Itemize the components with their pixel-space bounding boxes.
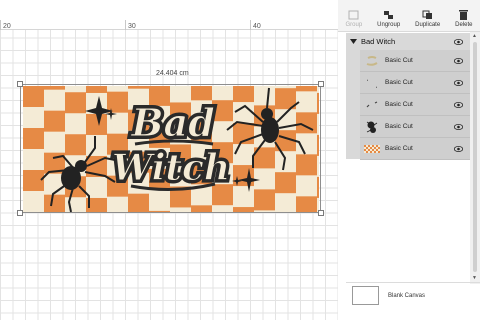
delete-button-label: Delete [455, 22, 473, 28]
layer-item-label: Basic Cut [385, 101, 413, 108]
scroll-up-icon[interactable]: ▲ [472, 33, 477, 39]
layer-item-label: Basic Cut [385, 123, 413, 130]
layer-group-name: Bad Witch [361, 37, 396, 46]
resize-handle-bottom-left[interactable] [17, 210, 23, 216]
sparkles-thumb [364, 76, 380, 90]
spiders-thumb [364, 120, 380, 134]
layer-item-label: Basic Cut [385, 79, 413, 86]
layer-item[interactable]: Basic Cut [360, 50, 470, 72]
eye-icon[interactable] [454, 79, 463, 86]
scrollbar-thumb[interactable] [473, 42, 477, 272]
eye-icon[interactable] [454, 123, 463, 130]
duplicate-button[interactable]: Duplicate [415, 10, 440, 28]
ruler-label-40: 40 [253, 23, 261, 30]
width-dimension-label: 24.404 cm [156, 70, 189, 77]
bad-witch-text-thumb [364, 54, 380, 68]
resize-handle-top-left[interactable] [17, 81, 23, 87]
design-canvas[interactable]: 20 30 40 24.404 cm Bad Bad Witch Witch [0, 0, 338, 320]
layers-scrollbar[interactable]: ▲ ▼ [470, 32, 480, 284]
selection-bounding-box[interactable] [20, 84, 321, 213]
duplicate-icon [422, 10, 433, 19]
ungroup-button[interactable]: Ungroup [377, 10, 400, 28]
layer-item[interactable]: Basic Cut [360, 138, 470, 160]
eye-icon[interactable] [454, 145, 463, 152]
ruler-tick [0, 20, 1, 30]
checker-thumb [364, 142, 380, 156]
layer-item[interactable]: Basic Cut [360, 94, 470, 116]
blank-canvas-label: Blank Canvas [388, 292, 426, 299]
ungroup-icon [384, 11, 394, 19]
ungroup-button-label: Ungroup [377, 22, 401, 28]
layers-toolbar: Group Ungroup Duplicate Delete [338, 0, 480, 32]
group-button[interactable]: Group [345, 10, 362, 28]
delete-button[interactable]: Delete [455, 10, 473, 28]
layer-item-label: Basic Cut [385, 57, 413, 64]
top-ruler: 20 30 40 [0, 0, 338, 30]
blank-canvas-row[interactable]: Blank Canvas [346, 282, 480, 308]
scroll-down-icon[interactable]: ▼ [472, 275, 477, 281]
layer-group-header[interactable]: Bad Witch [346, 33, 470, 50]
ruler-tick [125, 20, 126, 30]
trash-icon [459, 10, 469, 20]
blank-canvas-swatch[interactable] [352, 286, 379, 305]
eye-icon[interactable] [454, 101, 463, 108]
ruler-tick [250, 20, 251, 30]
layer-item[interactable]: Basic Cut [360, 116, 470, 138]
layer-item[interactable]: Basic Cut [360, 72, 470, 94]
layers-panel: Bad Witch Basic Cut Basic Cut Basic Cut … [346, 33, 470, 160]
eye-icon[interactable] [454, 57, 463, 64]
chevron-down-icon[interactable] [350, 39, 357, 44]
group-button-label: Group [345, 22, 363, 28]
resize-handle-bottom-right[interactable] [318, 210, 324, 216]
eye-icon[interactable] [454, 38, 463, 45]
group-icon [348, 10, 359, 20]
resize-handle-top-right[interactable] [318, 81, 324, 87]
small-stars-thumb [364, 98, 380, 112]
duplicate-button-label: Duplicate [415, 22, 441, 28]
ruler-label-30: 30 [128, 23, 136, 30]
ruler-label-20: 20 [3, 23, 11, 30]
layer-item-label: Basic Cut [385, 145, 413, 152]
